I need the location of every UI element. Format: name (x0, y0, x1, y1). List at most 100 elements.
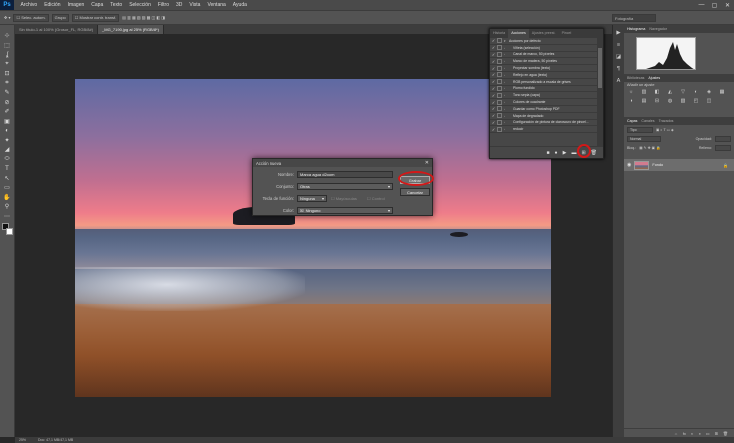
dialog-toggle-box[interactable] (497, 58, 502, 64)
mask-icon[interactable]: ◐ (691, 431, 693, 436)
new-layer-icon[interactable]: ⊞ (715, 431, 718, 436)
action-item[interactable]: ✓ ▾ Acciones por defecto (490, 38, 598, 45)
menu-vista[interactable]: Vista (186, 0, 204, 10)
align-icons[interactable]: ▤ ▥ ▦ ▧ ▨ ▩ ◫ ◧ ◨ (122, 15, 165, 20)
maximize-icon[interactable]: ▢ (708, 2, 721, 9)
check-icon[interactable]: ✓ (490, 113, 497, 118)
link-layers-icon[interactable]: ⇔ (674, 431, 678, 436)
paragraph-dock-icon[interactable]: ¶ (617, 66, 620, 72)
path-select-icon[interactable]: ↖ (2, 174, 12, 184)
tab-acciones[interactable]: Acciones (508, 29, 529, 38)
type-icon[interactable]: T (2, 164, 12, 174)
tab-trazados[interactable]: Trazados (659, 119, 674, 123)
adjustment-layer-icon[interactable]: ◑ (698, 431, 700, 436)
vibrance-icon[interactable]: ▽ (679, 89, 687, 95)
brush-icon[interactable]: ⊘ (2, 98, 12, 108)
hand-icon[interactable]: ✋ (2, 193, 12, 203)
tab-bibliotecas[interactable]: Bibliotecas (627, 76, 644, 80)
color-swatches[interactable] (1, 223, 13, 235)
action-item[interactable]: ✓ › Tono sepia (capa) (490, 92, 598, 100)
scroll-thumb[interactable] (598, 48, 602, 88)
menu-texto[interactable]: Texto (107, 0, 126, 10)
action-item[interactable]: ✓ › Proyectar sombra (texto) (490, 65, 598, 72)
dialog-toggle-box[interactable] (497, 65, 502, 71)
dialog-toggle-box[interactable] (497, 45, 502, 51)
posterize-icon[interactable]: ▧ (679, 98, 687, 104)
check-icon[interactable]: ✓ (490, 100, 497, 105)
tab-untitled[interactable]: Sin título-1 al 100% (Grosor_FL, RGB/8#) (15, 25, 99, 34)
clone-stamp-icon[interactable]: ✐ (2, 107, 12, 117)
menu-imagen[interactable]: Imagen (64, 0, 88, 10)
control-checkbox[interactable]: ☐ Control (367, 196, 385, 201)
more-tools-icon[interactable]: ⋯ (2, 212, 12, 222)
history-brush-icon[interactable]: ▣ (2, 117, 12, 127)
color-balance-icon[interactable]: ◈ (705, 89, 713, 95)
check-icon[interactable]: ✓ (490, 38, 497, 43)
dialog-toggle-box[interactable] (497, 51, 502, 57)
dialog-toggle-box[interactable] (497, 126, 502, 132)
stop-icon[interactable]: ■ (547, 150, 550, 156)
eraser-icon[interactable]: ◐ (2, 126, 12, 136)
background-color[interactable] (5, 228, 13, 235)
menu-ventana[interactable]: Ventana (204, 0, 229, 10)
workspace-select[interactable]: Fotografía (612, 14, 656, 22)
tab-histograma[interactable]: Histograma (627, 27, 645, 31)
filter-icons[interactable]: ▣ ◐ T ▭ ◈ (656, 128, 674, 132)
channel-mixer-icon[interactable]: ▤ (640, 98, 648, 104)
curves-icon[interactable]: ◧ (653, 89, 661, 95)
dialog-toggle-box[interactable] (497, 106, 502, 112)
set-select[interactable]: Otras ▾ (297, 183, 393, 190)
dodge-icon[interactable]: ⬭ (2, 155, 12, 165)
blur-icon[interactable]: ◢ (2, 145, 12, 155)
check-icon[interactable]: ✓ (490, 120, 497, 125)
healing-icon[interactable]: ✎ (2, 88, 12, 98)
invert-icon[interactable]: ◍ (666, 98, 674, 104)
hue-saturation-icon[interactable]: ◐ (692, 89, 700, 95)
fill-field[interactable] (715, 144, 731, 151)
actions-dock-icon[interactable]: ▶ (616, 30, 620, 36)
black-white-icon[interactable]: ▦ (718, 89, 726, 95)
show-transform-checkbox[interactable]: ☐ Mostrar contr. transf. (71, 13, 120, 22)
check-icon[interactable]: ✓ (490, 79, 497, 84)
action-item[interactable]: ✓ › Plomo fundido (490, 85, 598, 93)
play-icon[interactable]: ▶ (563, 150, 567, 156)
check-icon[interactable]: ✓ (490, 45, 497, 50)
check-icon[interactable]: ✓ (490, 127, 497, 132)
lasso-icon[interactable]: ʆ (2, 50, 12, 60)
name-input[interactable]: Marca agua d2oom (297, 171, 393, 178)
menu-3d[interactable]: 3D (173, 0, 186, 10)
fx-icon[interactable]: fx (683, 431, 686, 436)
record-icon[interactable]: ● (555, 150, 558, 156)
move-icon[interactable]: ⊹ (2, 31, 12, 41)
group-select[interactable]: Grupo (51, 13, 69, 22)
properties-dock-icon[interactable]: ≡ (617, 42, 620, 48)
levels-icon[interactable]: ▥ (640, 89, 648, 95)
check-icon[interactable]: ✓ (490, 66, 497, 71)
tab-pincel[interactable]: Pincel (559, 29, 575, 38)
swatches-dock-icon[interactable]: ◪ (616, 54, 621, 60)
group-icon[interactable]: ▭ (706, 431, 710, 436)
menu-filtro[interactable]: Filtro (154, 0, 172, 10)
tab-ajustes[interactable]: Ajustes (648, 76, 660, 80)
dialog-toggle-box[interactable] (497, 72, 502, 78)
beach-photo[interactable] (75, 79, 551, 397)
tab-mg7190[interactable]: _MG_7190.jpg al 25% (RGB/8*) (98, 25, 164, 34)
color-lookup-icon[interactable]: ⊟ (653, 98, 661, 104)
zoom-level[interactable]: 25% (19, 438, 26, 442)
eyedropper-icon[interactable]: ⌗ (2, 79, 12, 89)
menu-archivo[interactable]: Archivo (17, 0, 41, 10)
check-icon[interactable]: ✓ (490, 59, 497, 64)
dialog-toggle-box[interactable] (497, 38, 502, 44)
color-select[interactable]: ☒ Ninguno ▾ (297, 207, 393, 214)
opacity-field[interactable] (715, 135, 731, 142)
dialog-toggle-box[interactable] (497, 92, 502, 98)
menu-ayuda[interactable]: Ayuda (229, 0, 250, 10)
character-dock-icon[interactable]: A (617, 78, 621, 84)
tab-canales[interactable]: Canales (641, 119, 654, 123)
tab-capas[interactable]: Capas (627, 119, 637, 123)
menu-edicion[interactable]: Edición (41, 0, 64, 10)
menu-capa[interactable]: Capa (88, 0, 107, 10)
blend-mode-select[interactable]: Normal (627, 135, 661, 142)
action-item[interactable]: ✓ › reducir (490, 126, 598, 134)
action-item[interactable]: ✓ › Viñeta (selección) (490, 45, 598, 52)
